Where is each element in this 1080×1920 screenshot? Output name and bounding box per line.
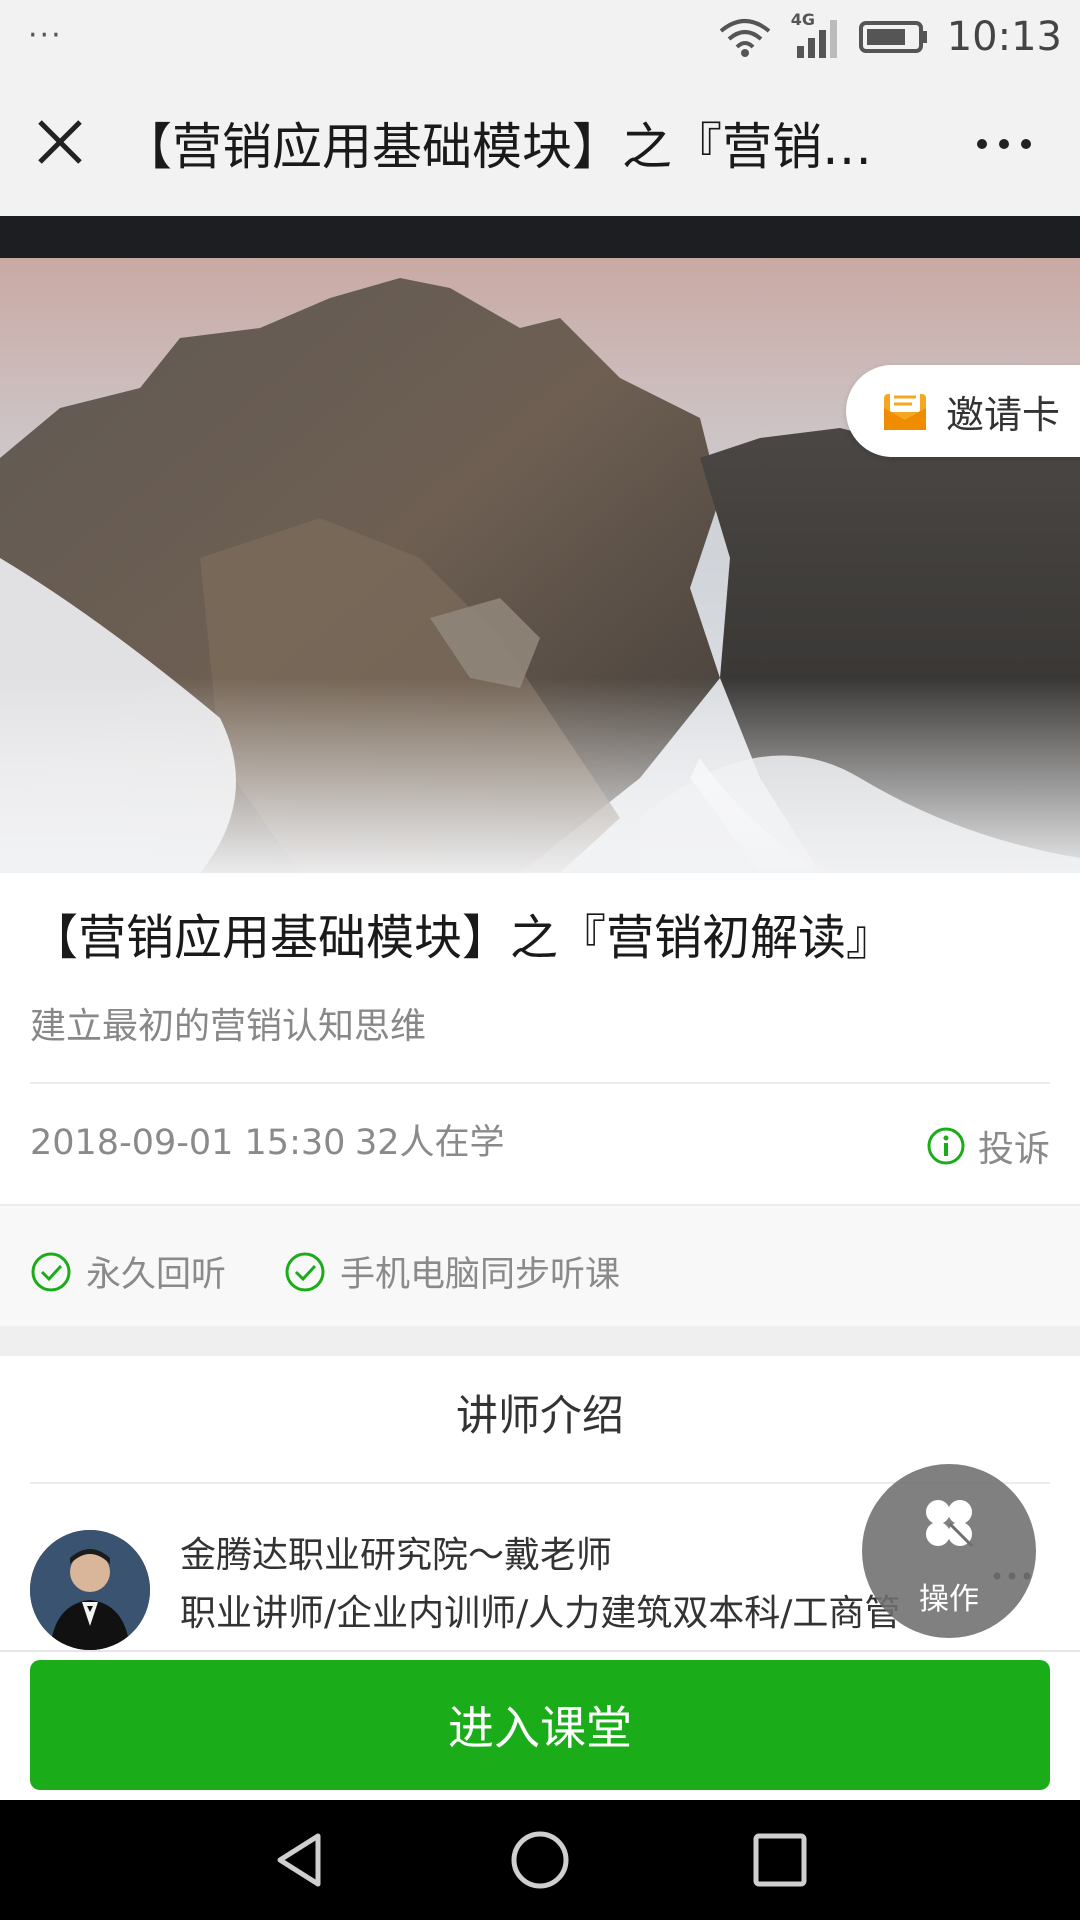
- signal-indicator: 4G: [791, 10, 841, 60]
- system-navigation-bar: [0, 1800, 1080, 1920]
- nav-title: 【营销应用基础模块】之『营销…: [122, 118, 872, 176]
- teacher-section-title: 讲师介绍: [455, 1391, 624, 1440]
- operation-fab[interactable]: 操作: [862, 1464, 1036, 1638]
- report-label: 投诉: [977, 1129, 1050, 1170]
- feature-label: 永久回听: [86, 1255, 227, 1295]
- course-title: 【营销应用基础模块】之『营销初解读』: [30, 910, 895, 966]
- teacher-description: 职业讲师/企业内训师/人力建筑双本科/工商管: [180, 1593, 901, 1634]
- home-icon[interactable]: [510, 1830, 570, 1890]
- course-subtitle: 建立最初的营销认知思维: [30, 1006, 427, 1047]
- enter-classroom-button[interactable]: 进入课堂: [30, 1660, 1050, 1790]
- operation-label: 操作: [919, 1582, 979, 1617]
- section-separator: [0, 1326, 1080, 1356]
- learner-count: 32人在学: [355, 1123, 505, 1163]
- clover-icon: [926, 1500, 974, 1548]
- wifi-icon: [719, 19, 770, 57]
- check-circle-icon: [31, 1252, 71, 1291]
- close-icon[interactable]: [32, 114, 88, 170]
- course-cover-image: [0, 258, 1080, 873]
- divider: [30, 1082, 1050, 1084]
- check-circle-icon: [285, 1252, 325, 1291]
- invite-card-button[interactable]: 邀请卡: [846, 365, 1080, 457]
- status-bar: ··· 4G 10:13: [0, 0, 1080, 74]
- recents-icon[interactable]: [750, 1830, 810, 1890]
- page-top-strip: [0, 216, 1080, 258]
- nav-bar: 【营销应用基础模块】之『营销…: [0, 74, 1080, 216]
- status-icons: 4G 10:13: [717, 10, 1062, 62]
- status-time: 10:13: [946, 14, 1062, 60]
- more-icon[interactable]: [974, 136, 1034, 152]
- info-icon: [927, 1127, 965, 1165]
- report-button[interactable]: 投诉: [926, 1120, 1050, 1172]
- signal-icon: [796, 20, 837, 58]
- feature-item: 手机电脑同步听课: [284, 1246, 620, 1297]
- status-dots: ···: [28, 18, 63, 53]
- invite-card-label: 邀请卡: [946, 392, 1061, 437]
- teacher-name: 金腾达职业研究院～戴老师: [180, 1535, 613, 1576]
- back-icon[interactable]: [270, 1830, 330, 1890]
- feature-label: 手机电脑同步听课: [340, 1255, 621, 1295]
- course-features: 永久回听 手机电脑同步听课: [0, 1204, 1080, 1326]
- avatar[interactable]: [30, 1530, 150, 1650]
- envelope-icon: [884, 390, 926, 430]
- feature-item: 永久回听: [30, 1246, 226, 1297]
- battery-icon: [858, 21, 927, 53]
- course-date: 2018-09-01 15:30: [30, 1123, 346, 1163]
